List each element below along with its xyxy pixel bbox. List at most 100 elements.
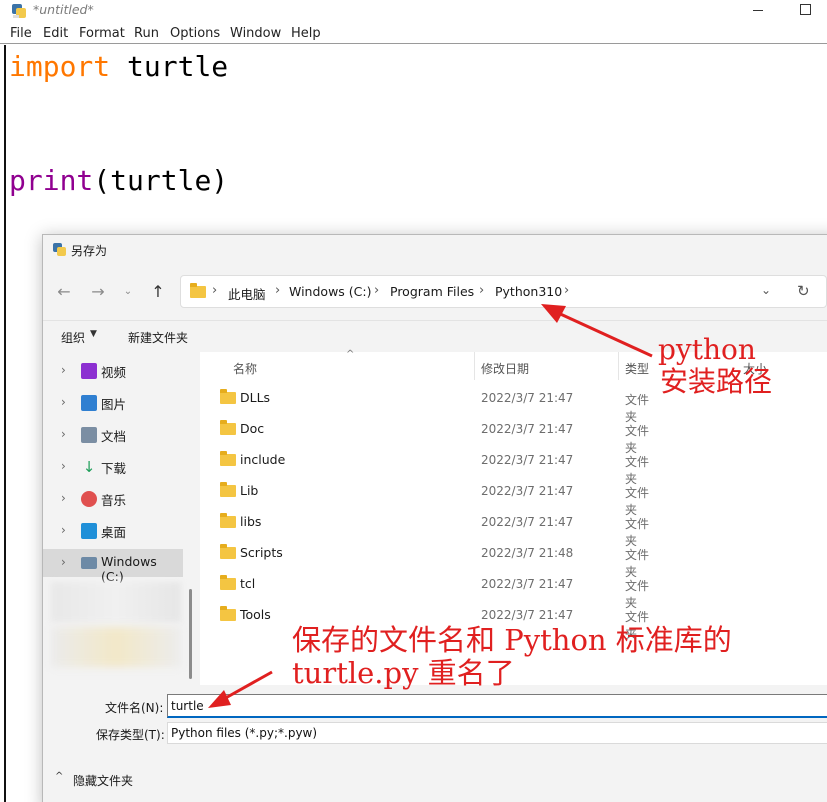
editor-left-border bbox=[4, 45, 6, 802]
nav-item-label: 视频 bbox=[101, 365, 127, 380]
sort-ascending-icon: ^ bbox=[346, 349, 355, 360]
breadcrumb-program-files[interactable]: Program Files bbox=[390, 284, 474, 299]
filetype-label: 保存类型(T): bbox=[96, 728, 165, 742]
nav-item-music[interactable]: › 音乐 bbox=[43, 485, 183, 513]
column-divider[interactable] bbox=[474, 352, 475, 380]
music-icon bbox=[81, 491, 97, 507]
chevron-down-icon[interactable]: ⌄ bbox=[117, 281, 139, 303]
hide-folders-button[interactable]: 隐藏文件夹 bbox=[73, 772, 133, 789]
file-name: include bbox=[240, 452, 286, 467]
file-name: Tools bbox=[240, 607, 271, 622]
breadcrumb-separator-icon: › bbox=[479, 283, 485, 298]
nav-item-pictures[interactable]: › 图片 bbox=[43, 389, 183, 417]
chevron-up-icon[interactable]: ^ bbox=[55, 771, 63, 782]
drive-icon bbox=[81, 557, 97, 569]
desktop-icon bbox=[81, 523, 97, 539]
file-row[interactable]: tcl 2022/3/7 21:47 文件夹 bbox=[200, 569, 660, 610]
folder-icon bbox=[220, 482, 236, 497]
breadcrumb-separator-icon: › bbox=[212, 283, 218, 298]
file-date: 2022/3/7 21:47 bbox=[481, 515, 574, 529]
file-row[interactable]: DLLs 2022/3/7 21:47 文件夹 bbox=[200, 383, 660, 424]
menu-file[interactable]: File bbox=[10, 26, 32, 41]
blurred-nav-item bbox=[51, 627, 181, 667]
filename-input[interactable] bbox=[167, 694, 827, 718]
download-icon: ↓ bbox=[82, 458, 96, 476]
nav-item-label: 文档 bbox=[101, 429, 127, 444]
nav-item-label: Windows (C:) bbox=[101, 554, 157, 584]
menu-window[interactable]: Window bbox=[230, 26, 281, 41]
nav-item-label: 桌面 bbox=[101, 525, 127, 540]
breadcrumb-python310[interactable]: Python310 bbox=[495, 284, 562, 299]
refresh-icon[interactable]: ↻ bbox=[797, 282, 810, 300]
maximize-button[interactable] bbox=[781, 0, 827, 22]
file-date: 2022/3/7 21:47 bbox=[481, 391, 574, 405]
builtin-print: print bbox=[9, 164, 94, 197]
file-date: 2022/3/7 21:47 bbox=[481, 422, 574, 436]
menu-help[interactable]: Help bbox=[291, 26, 321, 41]
file-row[interactable]: Scripts 2022/3/7 21:48 文件夹 bbox=[200, 538, 660, 579]
nav-item-documents[interactable]: › 文档 bbox=[43, 421, 183, 449]
chevron-right-icon[interactable]: › bbox=[61, 555, 66, 569]
nav-item-windows-c[interactable]: › Windows (C:) bbox=[43, 549, 183, 584]
address-bar[interactable]: › 此电脑 › Windows (C:) › Program Files › P… bbox=[180, 275, 827, 308]
chevron-right-icon[interactable]: › bbox=[61, 363, 66, 377]
file-name: Lib bbox=[240, 483, 259, 498]
annotation-text: 安装路径 bbox=[660, 365, 773, 398]
column-header-type[interactable]: 类型 bbox=[625, 360, 649, 377]
organize-dropdown-icon[interactable]: ▼ bbox=[90, 329, 97, 339]
annotation-name-conflict-2: turtle.py 重名了 bbox=[292, 657, 515, 690]
chevron-right-icon[interactable]: › bbox=[61, 427, 66, 441]
annotation-text: turtle.py 重名了 bbox=[292, 656, 515, 690]
video-icon bbox=[81, 363, 97, 379]
code-line-import: import turtle bbox=[9, 50, 228, 84]
menu-options[interactable]: Options bbox=[170, 26, 220, 41]
document-icon bbox=[81, 427, 97, 443]
annotation-name-conflict: 保存的文件名和 Python 标准库的 bbox=[292, 624, 732, 657]
breadcrumb-separator-icon: › bbox=[564, 283, 570, 298]
chevron-right-icon[interactable]: › bbox=[61, 523, 66, 537]
file-date: 2022/3/7 21:47 bbox=[481, 484, 574, 498]
nav-item-videos[interactable]: › 视频 bbox=[43, 357, 183, 385]
file-row[interactable]: Doc 2022/3/7 21:47 文件夹 bbox=[200, 414, 660, 455]
chevron-right-icon[interactable]: › bbox=[61, 491, 66, 505]
minimize-button[interactable] bbox=[735, 0, 781, 22]
column-header-name[interactable]: 名称 bbox=[233, 360, 257, 377]
file-row[interactable]: include 2022/3/7 21:47 文件夹 bbox=[200, 445, 660, 486]
filetype-select[interactable]: Python files (*.py;*.pyw) bbox=[167, 722, 827, 744]
organize-button[interactable]: 组织 bbox=[61, 329, 85, 346]
dialog-title: 另存为 bbox=[71, 244, 108, 258]
back-arrow-icon[interactable]: ← bbox=[53, 281, 75, 303]
up-arrow-icon[interactable]: ↑ bbox=[147, 281, 169, 303]
file-date: 2022/3/7 21:47 bbox=[481, 577, 574, 591]
print-args: (turtle) bbox=[93, 164, 229, 197]
chevron-right-icon[interactable]: › bbox=[61, 395, 66, 409]
breadcrumb-separator-icon: › bbox=[275, 283, 281, 298]
nav-item-downloads[interactable]: › ↓ 下载 bbox=[43, 453, 183, 481]
nav-item-desktop[interactable]: › 桌面 bbox=[43, 517, 183, 545]
menu-format[interactable]: Format bbox=[79, 26, 125, 41]
chevron-right-icon[interactable]: › bbox=[61, 459, 66, 473]
forward-arrow-icon[interactable]: → bbox=[87, 281, 109, 303]
nav-item-label: 音乐 bbox=[101, 493, 127, 508]
folder-icon bbox=[190, 283, 206, 298]
annotation-text: 保存的文件名和 Python 标准库的 bbox=[292, 623, 732, 657]
menu-run[interactable]: Run bbox=[134, 26, 159, 41]
file-row[interactable]: libs 2022/3/7 21:47 文件夹 bbox=[200, 507, 660, 548]
folder-icon bbox=[220, 389, 236, 404]
file-date: 2022/3/7 21:47 bbox=[481, 608, 574, 622]
column-header-date[interactable]: 修改日期 bbox=[481, 360, 529, 377]
dialog-titlebar: 另存为 bbox=[43, 235, 827, 265]
save-as-dialog: 另存为 ← → ⌄ ↑ › 此电脑 › Windows (C:) › Progr… bbox=[42, 234, 827, 802]
breadcrumb-windows-c[interactable]: Windows (C:) bbox=[289, 284, 371, 299]
new-folder-button[interactable]: 新建文件夹 bbox=[128, 329, 188, 346]
nav-scrollbar[interactable] bbox=[189, 589, 192, 679]
breadcrumb-separator-icon: › bbox=[374, 283, 380, 298]
python-logo-icon bbox=[12, 4, 26, 18]
file-name: tcl bbox=[240, 576, 256, 591]
address-dropdown-icon[interactable]: ⌄ bbox=[761, 283, 771, 297]
breadcrumb-this-pc[interactable]: 此电脑 bbox=[228, 284, 266, 303]
file-name: libs bbox=[240, 514, 262, 529]
column-divider[interactable] bbox=[618, 352, 619, 380]
menu-edit[interactable]: Edit bbox=[43, 26, 68, 41]
file-row[interactable]: Lib 2022/3/7 21:47 文件夹 bbox=[200, 476, 660, 517]
